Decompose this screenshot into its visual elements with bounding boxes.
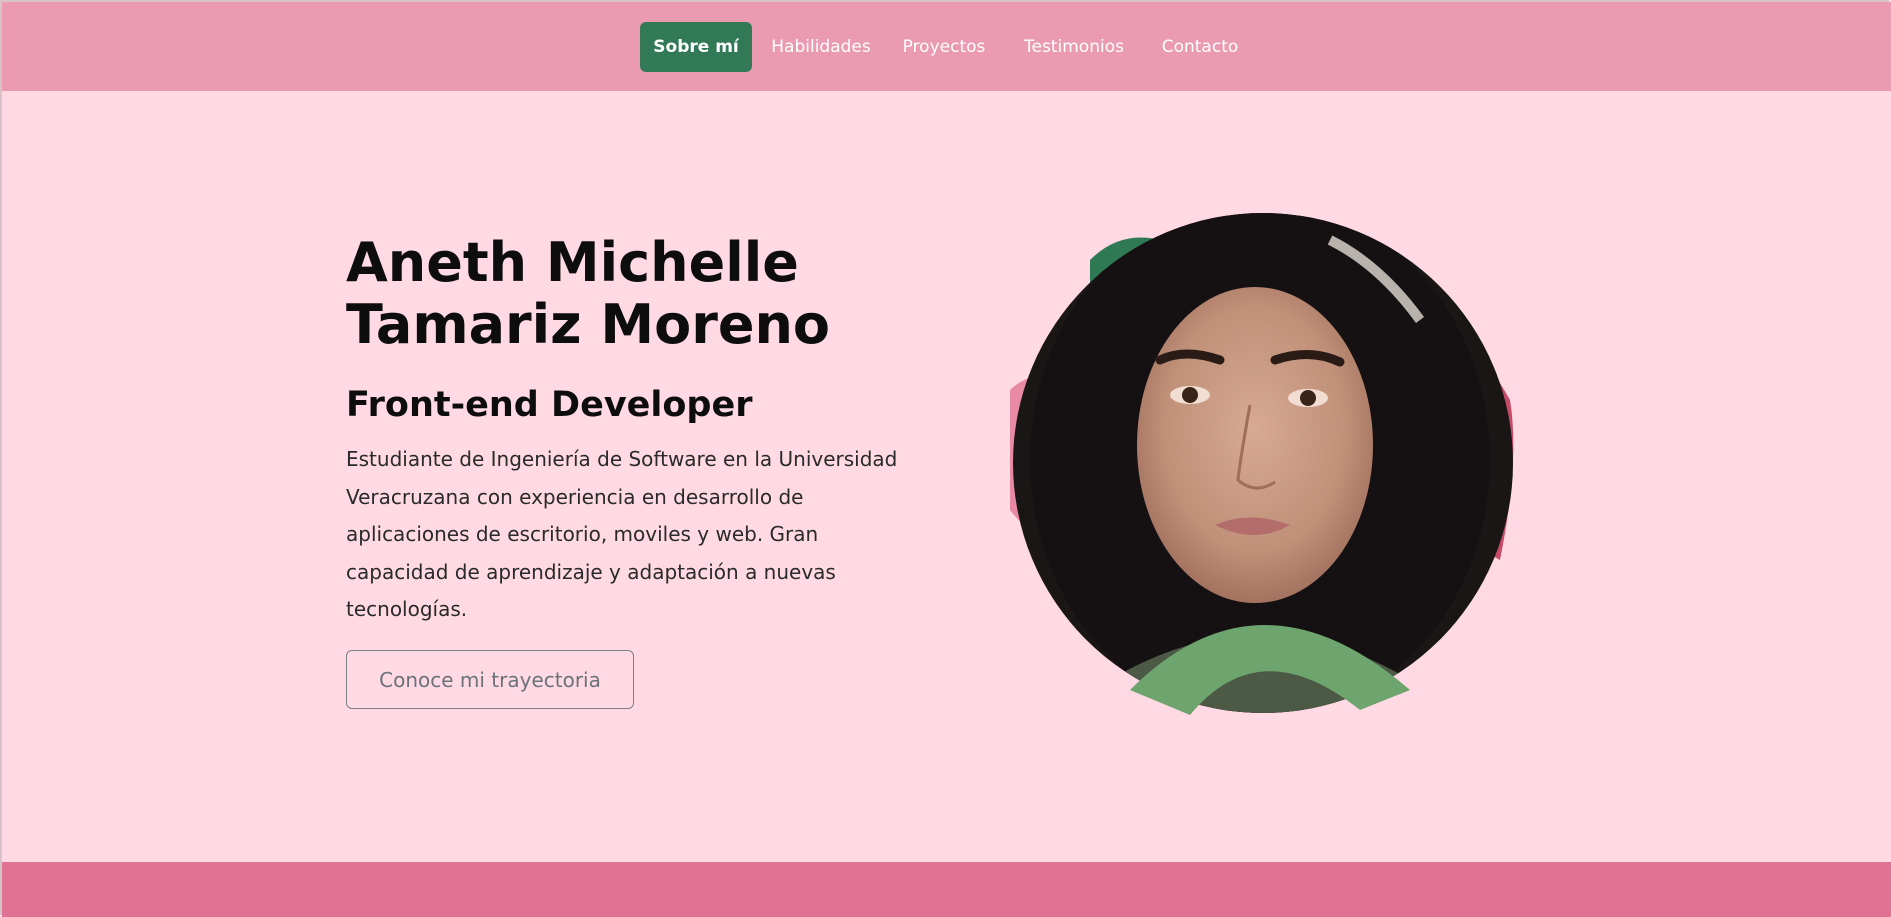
nav-link-contacto[interactable]: Contacto [1154,22,1246,72]
nav-link-proyectos[interactable]: Proyectos [894,22,994,72]
nav-link-sobre-mi[interactable]: Sobre mí [640,22,752,72]
hero-description: Estudiante de Ingeniería de Software en … [346,447,898,621]
hero-name: Aneth Michelle Tamariz Moreno [346,232,906,356]
nav-link-testimonios[interactable]: Testimonios [1018,22,1130,72]
navbar: Sobre mí Habilidades Proyectos Testimoni… [2,2,1891,91]
footer-strip [2,862,1891,917]
nav-link-habilidades[interactable]: Habilidades [764,22,878,72]
profile-photo [1010,213,1514,715]
hero-name-line1: Aneth Michelle [346,231,799,294]
hero-name-line2: Tamariz Moreno [346,293,831,356]
hero-role: Front-end Developer [346,385,753,425]
page-frame [0,0,1889,915]
trayectoria-button[interactable]: Conoce mi trayectoria [346,650,634,709]
